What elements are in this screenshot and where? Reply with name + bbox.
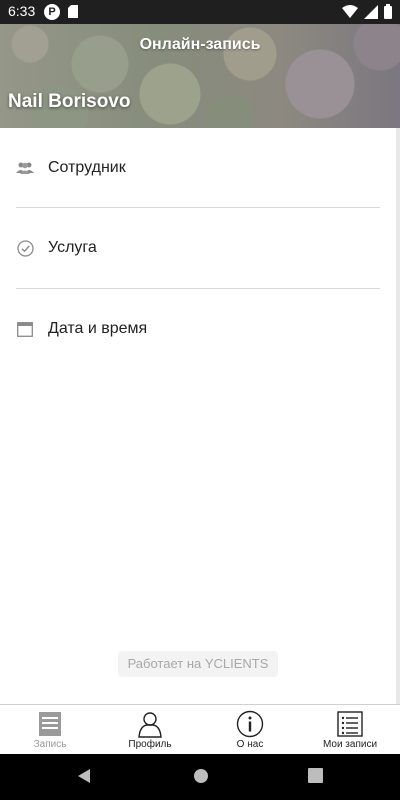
menu-item-label: Сотрудник [48, 159, 126, 176]
signal-icon [364, 4, 378, 24]
page-title: Онлайн-запись [139, 36, 261, 53]
system-nav-bar [0, 754, 400, 800]
tab-about[interactable]: О нас [200, 705, 300, 754]
tab-label: Мои записи [322, 739, 378, 750]
menu-item-datetime[interactable]: Дата и время [0, 289, 396, 369]
tab-label: Запись [33, 739, 67, 750]
tab-booking[interactable]: Запись [0, 705, 100, 754]
status-bar: 6:33 P [0, 0, 400, 24]
menu-item-service[interactable]: Услуга [0, 208, 396, 288]
menu-item-employee[interactable]: Сотрудник [0, 128, 396, 208]
tab-label: Профиль [128, 739, 172, 750]
info-icon [236, 710, 264, 738]
status-time: 6:33 [8, 3, 36, 19]
header-banner: Онлайн-запись Nail Borisovo [0, 24, 400, 128]
tab-my-bookings[interactable]: Мои записи [300, 705, 400, 754]
scroll-indicator [396, 128, 400, 704]
list-icon [336, 710, 364, 738]
powered-by-badge[interactable]: Работает на YCLIENTS [118, 651, 278, 677]
back-icon[interactable] [76, 768, 92, 789]
menu-item-label: Дата и время [48, 320, 148, 337]
check-circle-icon [16, 239, 34, 257]
p-badge-icon: P [44, 4, 60, 20]
calendar-icon [16, 320, 34, 338]
people-icon [16, 159, 34, 177]
bottom-nav: Запись Профиль О нас Мои записи [0, 704, 400, 754]
salon-name: Nail Borisovo [8, 91, 131, 112]
tab-profile[interactable]: Профиль [100, 705, 200, 754]
home-icon[interactable] [193, 768, 209, 789]
wifi-icon [342, 4, 358, 24]
recents-icon[interactable] [308, 768, 323, 788]
battery-icon [384, 4, 392, 24]
person-icon [136, 710, 164, 738]
document-icon [36, 710, 64, 738]
tab-label: О нас [236, 739, 264, 750]
menu-item-label: Услуга [48, 239, 97, 256]
sd-card-icon [68, 5, 78, 23]
